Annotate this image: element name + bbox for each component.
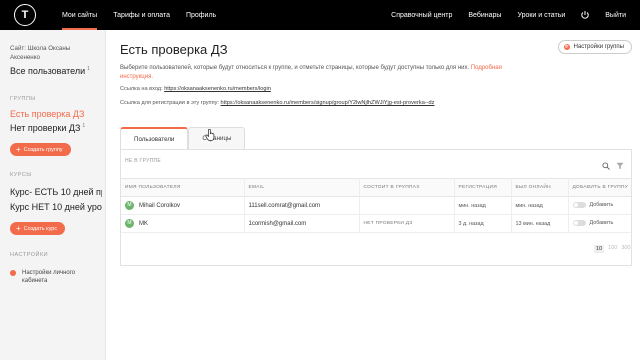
sidebar-group-with-check[interactable]: Есть проверка ДЗ: [10, 109, 102, 119]
group-filter-label[interactable]: НЕ В ГРУППЕ: [125, 158, 161, 164]
description-text: Выберите пользователей, которые будут от…: [120, 65, 470, 71]
tilda-logo[interactable]: T: [14, 4, 36, 26]
group-no-check-label: Нет проверки ДЗ: [10, 123, 81, 133]
page-size-selector: 10 100 300: [594, 245, 635, 253]
top-nav: Мои сайты Тарифы и оплата Профиль: [54, 0, 224, 30]
login-link-line: Ссылка на вход: https://oksanaaksenenko.…: [120, 86, 271, 92]
create-course-button[interactable]: + Создать курс: [10, 222, 66, 235]
sidebar-all-users[interactable]: Все пользователи 1: [10, 66, 90, 76]
tabs: Пользователи Страницы: [120, 127, 246, 149]
table-row: M MK 1cormish@gmail.com НЕТ ПРОВЕРКИ ДЗ 3…: [121, 214, 631, 233]
top-right-nav: Справочный центр Вебинары Уроки и статьи…: [383, 0, 640, 30]
site-label: Сайт: Школа Оксаны Аксененко: [10, 45, 71, 61]
table-row: M Mihail Corolkov 111sell.comrat@gmail.co…: [121, 196, 631, 215]
sidebar-account-settings[interactable]: Настройки личного кабинета: [10, 269, 82, 285]
login-label: Ссылка на вход:: [120, 86, 163, 92]
user-name: Mihail Corolkov: [139, 203, 181, 210]
group-no-check-count: 1: [82, 123, 86, 129]
page-title: Есть проверка ДЗ: [120, 42, 228, 57]
nav-my-sites[interactable]: Мои сайты: [54, 0, 105, 30]
logout-link[interactable]: Выйти: [597, 12, 634, 19]
col-user-name[interactable]: ИМЯ ПОЛЬЗОВАТЕЛЯ: [121, 178, 245, 197]
signup-label: Ссылка для регистрации в эту группу:: [120, 100, 219, 106]
add-label: Добавить: [589, 220, 614, 227]
sidebar-course-no-check[interactable]: Курс НЕТ 10 дней уроки без проверки: [10, 202, 102, 212]
tab-users[interactable]: Пользователи: [120, 127, 189, 149]
table-header-row: ИМЯ ПОЛЬЗОВАТЕЛЯ EMAIL СОСТОИТ В ГРУППАХ…: [121, 178, 631, 197]
courses-heading: КУРСЫ: [10, 172, 32, 178]
avatar: M: [125, 201, 134, 210]
user-name-cell[interactable]: M Mihail Corolkov: [121, 196, 245, 215]
registration-cell: 3 д. назад: [454, 214, 512, 233]
page-size-10[interactable]: 10: [594, 245, 605, 253]
signup-url-link[interactable]: https://oksanaaksenenko.ru/members/signu…: [221, 100, 435, 106]
nav-profile[interactable]: Профиль: [178, 0, 224, 30]
users-table: ИМЯ ПОЛЬЗОВАТЕЛЯ EMAIL СОСТОИТ В ГРУППАХ…: [121, 178, 631, 233]
groups-cell: [359, 196, 455, 215]
col-last-online[interactable]: БЫЛ ОНЛАЙН: [511, 178, 569, 197]
top-navbar: T Мои сайты Тарифы и оплата Профиль Спра…: [0, 0, 640, 30]
plus-icon: +: [16, 144, 21, 154]
col-add-to-group: ДОБАВИТЬ В ГРУППУ: [568, 178, 631, 197]
col-groups[interactable]: СОСТОИТ В ГРУППАХ: [359, 178, 455, 197]
online-cell: мин. назад: [511, 196, 569, 215]
group-settings-label: Настройки группы: [573, 44, 624, 50]
create-group-button[interactable]: + Создать группу: [10, 143, 71, 156]
user-name-cell[interactable]: M MK: [121, 214, 245, 233]
search-icon[interactable]: [602, 157, 610, 170]
settings-dot-icon: [10, 270, 16, 276]
registration-cell: мин. назад: [454, 196, 512, 215]
plus-icon: +: [16, 223, 21, 233]
login-url-link[interactable]: https://oksanaaksenenko.ru/members/login: [164, 86, 271, 92]
group-description: Выберите пользователей, которые будут от…: [120, 64, 530, 82]
main-content: Есть проверка ДЗ ✲ Настройки группы Выбер…: [107, 30, 640, 360]
avatar: M: [125, 219, 134, 228]
gear-icon: ✲: [563, 44, 570, 50]
add-to-group-toggle[interactable]: [572, 220, 586, 227]
nav-lessons[interactable]: Уроки и статьи: [509, 12, 573, 19]
nav-tariffs[interactable]: Тарифы и оплата: [105, 0, 178, 30]
hand-cursor-icon: [205, 128, 215, 141]
create-group-label: Создать группу: [23, 146, 63, 153]
online-cell: 13 мин. назад: [511, 214, 569, 233]
groups-cell: НЕТ ПРОВЕРКИ ДЗ: [359, 214, 455, 233]
add-cell: Добавить: [568, 214, 631, 233]
users-panel: НЕ В ГРУППЕ ИМЯ ПОЛЬЗОВАТЕЛЯ EMAIL СОСТО…: [120, 149, 632, 266]
email-cell: 111sell.comrat@gmail.com: [244, 196, 360, 215]
filter-funnel-icon[interactable]: [616, 157, 624, 170]
all-users-count: 1: [87, 66, 90, 72]
signup-link-line: Ссылка для регистрации в эту группу: htt…: [120, 100, 434, 106]
user-name: MK: [139, 221, 148, 228]
tab-pages[interactable]: Страницы: [188, 127, 246, 149]
email-cell: 1cormish@gmail.com: [244, 214, 360, 233]
page-size-100[interactable]: 100: [608, 245, 617, 253]
power-icon: [579, 9, 591, 21]
create-course-label: Создать курс: [23, 225, 58, 232]
page-size-300[interactable]: 300: [621, 245, 630, 253]
sidebar-group-no-check[interactable]: Нет проверки ДЗ 1: [10, 123, 102, 133]
add-cell: Добавить: [568, 196, 631, 215]
nav-help-center[interactable]: Справочный центр: [383, 12, 460, 19]
col-email[interactable]: EMAIL: [244, 178, 360, 197]
sidebar-course-with-check[interactable]: Курс- ЕСТЬ 10 дней проверка ДЗ: [10, 187, 102, 197]
sidebar: Сайт: Школа Оксаны Аксененко Все пользов…: [0, 30, 106, 360]
account-settings-label: Настройки личного кабинета: [22, 270, 76, 284]
col-registration[interactable]: РЕГИСТРАЦИЯ: [454, 178, 512, 197]
all-users-label: Все пользователи: [10, 66, 86, 76]
add-label: Добавить: [589, 202, 614, 209]
nav-webinars[interactable]: Вебинары: [460, 12, 509, 19]
group-settings-button[interactable]: ✲ Настройки группы: [557, 40, 632, 54]
settings-heading: НАСТРОЙКИ: [10, 252, 49, 258]
add-to-group-toggle[interactable]: [572, 202, 586, 209]
groups-heading: ГРУППЫ: [10, 96, 36, 102]
